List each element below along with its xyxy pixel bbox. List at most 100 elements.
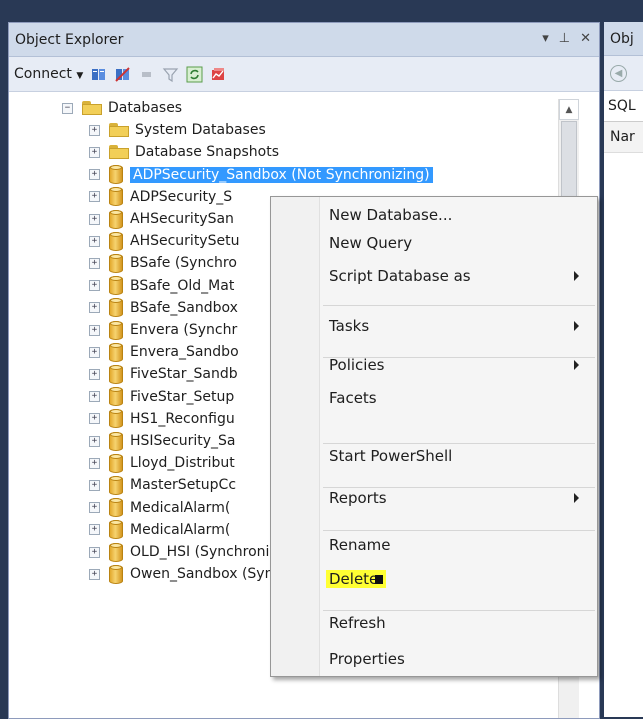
expand-icon[interactable]: + (89, 146, 100, 158)
menu-item-start-powershell[interactable]: Start PowerShell (329, 443, 597, 469)
expand-icon[interactable]: + (89, 324, 100, 336)
database-icon (109, 542, 123, 562)
database-icon (109, 475, 123, 495)
expand-icon[interactable]: + (89, 524, 100, 536)
tree-database-node[interactable]: + MedicalAlarm( (89, 497, 230, 519)
expand-icon[interactable]: + (89, 280, 100, 292)
expand-icon[interactable]: + (89, 346, 100, 358)
tree-database-node[interactable]: + AHSecuritySetu (89, 230, 239, 252)
tree-node-label: BSafe_Old_Mat (130, 277, 235, 294)
tree-database-node[interactable]: + Envera (Synchr (89, 319, 237, 341)
expand-icon[interactable]: + (89, 169, 100, 181)
tree-folder-node[interactable]: + Database Snapshots (89, 141, 279, 163)
stop-icon[interactable] (138, 66, 155, 83)
refresh-icon[interactable] (186, 66, 203, 83)
menu-item-label: Delete (329, 570, 379, 588)
expand-icon[interactable]: + (89, 257, 100, 269)
expand-icon[interactable]: + (89, 368, 100, 380)
tree-database-node[interactable]: + MasterSetupCc (89, 474, 236, 496)
tree-folder-node[interactable]: + System Databases (89, 119, 266, 141)
tree-database-node[interactable]: + Envera_Sandbo (89, 341, 239, 363)
expand-icon[interactable]: + (89, 502, 100, 514)
disconnect-server-icon[interactable] (114, 66, 131, 83)
tree-database-node[interactable]: + HS1_Reconfigu (89, 408, 235, 430)
tree-node-label: AHSecuritySetu (130, 233, 240, 250)
menu-item-properties[interactable]: Properties (329, 646, 597, 672)
menu-separator (323, 530, 595, 531)
collapse-icon[interactable]: − (62, 102, 73, 114)
menu-separator (323, 305, 595, 306)
database-icon (109, 364, 123, 384)
expand-icon[interactable]: + (89, 124, 100, 136)
panel-controls: ▾ ⊥ ✕ (542, 31, 591, 46)
context-menu: New Database... New Query Script Database … (270, 196, 598, 677)
details-title: Obj (604, 22, 643, 56)
tree-database-node[interactable]: + ADPSecurity_Sandbox (Not Synchronizing) (89, 164, 433, 186)
menu-item-rename[interactable]: Rename (329, 532, 597, 558)
tree-database-node[interactable]: + ADPSecurity_S (89, 186, 232, 208)
object-explorer-title: Object Explorer (15, 31, 124, 48)
tree-database-node[interactable]: + MedicalAlarm( (89, 519, 230, 541)
folder-icon (109, 123, 129, 138)
tree-database-node[interactable]: + BSafe (Synchro (89, 252, 237, 274)
filter-icon[interactable] (162, 66, 179, 83)
tree-database-node[interactable]: + BSafe_Sandbox (89, 297, 238, 319)
tree-node-label: MedicalAlarm( (130, 521, 231, 538)
tree-node-label: BSafe (Synchro (130, 255, 237, 272)
panel-dropdown-icon[interactable]: ▾ (542, 31, 549, 46)
expand-icon[interactable]: + (89, 391, 100, 403)
expand-icon[interactable]: + (89, 457, 100, 469)
menu-item-tasks[interactable]: Tasks (329, 313, 597, 339)
tree-database-node[interactable]: + BSafe_Old_Mat (89, 275, 234, 297)
database-icon (109, 342, 123, 362)
menu-item-label: New Database... (329, 206, 453, 224)
expand-icon[interactable]: + (89, 413, 100, 425)
expand-icon[interactable]: + (89, 568, 100, 580)
context-menu-gutter (271, 197, 320, 676)
expand-icon[interactable]: + (89, 213, 100, 225)
close-icon[interactable]: ✕ (580, 31, 591, 46)
database-icon (109, 253, 123, 273)
tree-node-label: Databases (108, 100, 183, 116)
menu-item-new-query[interactable]: New Query (329, 230, 597, 256)
menu-item-label: Facets (329, 389, 377, 407)
back-icon[interactable]: ◀ (610, 64, 627, 82)
expand-icon[interactable]: + (89, 302, 100, 314)
database-icon (109, 564, 123, 584)
tree-database-node[interactable]: + Lloyd_Distribut (89, 452, 235, 474)
database-icon (109, 498, 123, 518)
menu-item-label: New Query (329, 234, 413, 252)
database-icon (109, 520, 123, 540)
menu-item-facets[interactable]: Facets (329, 385, 597, 411)
database-icon (109, 453, 123, 473)
details-name-column-header[interactable]: Nar (604, 122, 643, 153)
menu-item-delete[interactable]: Delete (326, 566, 597, 592)
menu-item-script-database-as[interactable]: Script Database as (329, 263, 597, 289)
tree-database-node[interactable]: + OLD_HSI (Synchronized) (89, 541, 300, 563)
expand-icon[interactable]: + (89, 546, 100, 558)
database-icon (109, 276, 123, 296)
menu-item-label: Properties (329, 650, 405, 668)
expand-icon[interactable]: + (89, 435, 100, 447)
tree-database-node[interactable]: + FiveStar_Sandb (89, 363, 238, 385)
menu-item-policies[interactable]: Policies (329, 352, 597, 378)
object-explorer-details-panel: Obj ◀ SQL Nar (604, 22, 643, 717)
expand-icon[interactable]: + (89, 235, 100, 247)
scroll-up-icon[interactable]: ▲ (559, 99, 579, 120)
tree-database-node[interactable]: + HSISecurity_Sa (89, 430, 236, 452)
connect-server-icon[interactable] (90, 66, 107, 83)
menu-item-refresh[interactable]: Refresh (329, 610, 597, 636)
tree-database-node[interactable]: + AHSecuritySan (89, 208, 234, 230)
tree-folder-node[interactable]: − Databases (62, 97, 182, 119)
tree-database-node[interactable]: + FiveStar_Setup (89, 386, 234, 408)
activity-monitor-icon[interactable] (210, 66, 227, 83)
pin-icon[interactable]: ⊥ (559, 31, 570, 46)
connect-button[interactable]: Connect ▼ (14, 66, 83, 82)
expand-icon[interactable]: + (89, 479, 100, 491)
expand-icon[interactable]: + (89, 191, 100, 203)
menu-item-new-database[interactable]: New Database... (329, 202, 597, 228)
menu-item-reports[interactable]: Reports (329, 485, 597, 511)
database-icon (109, 298, 123, 318)
tree-node-label: Lloyd_Distribut (130, 455, 235, 472)
menu-item-label: Reports (329, 489, 387, 507)
